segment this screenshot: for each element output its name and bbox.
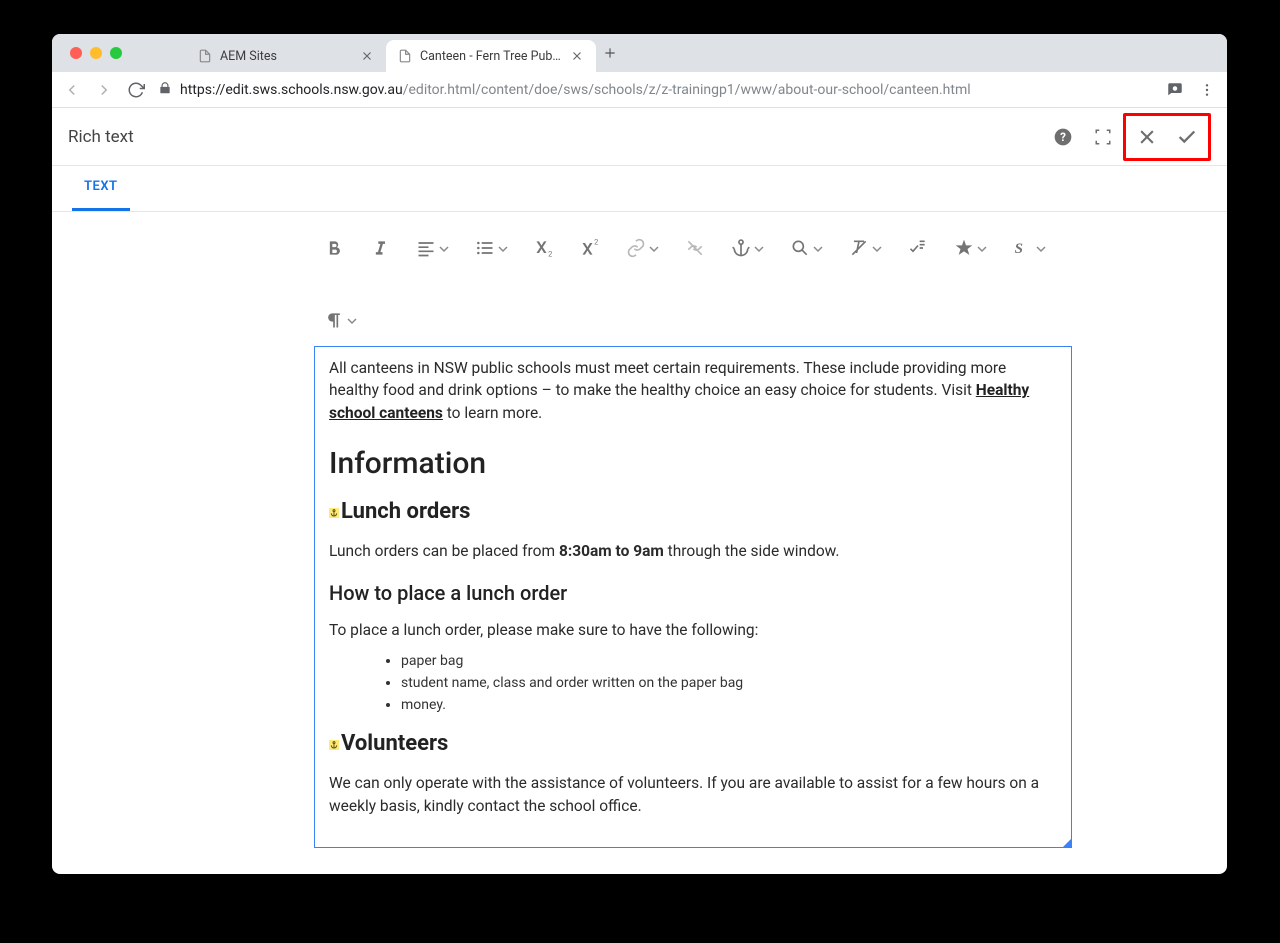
styles-button[interactable]: S: [1013, 236, 1046, 260]
minimize-window-button[interactable]: [90, 47, 102, 59]
dialog-header: Rich text ?: [52, 108, 1227, 166]
url-text: https://edit.sws.schools.nsw.gov.au/edit…: [180, 82, 971, 98]
maximize-window-button[interactable]: [110, 47, 122, 59]
dialog-title: Rich text: [68, 127, 134, 147]
done-button[interactable]: [1167, 117, 1207, 157]
unlink-button[interactable]: [685, 236, 705, 260]
heading-volunteers[interactable]: Volunteers: [329, 731, 1057, 756]
list-item[interactable]: student name, class and order written on…: [401, 675, 1057, 691]
find-button[interactable]: [790, 236, 823, 260]
close-tab-icon[interactable]: [360, 49, 374, 63]
browser-toolbar: https://edit.sws.schools.nsw.gov.au/edit…: [52, 72, 1227, 108]
instructions-paragraph[interactable]: To place a lunch order, please make sure…: [329, 619, 1057, 641]
svg-text:2: 2: [548, 249, 552, 258]
intro-paragraph[interactable]: All canteens in NSW public schools must …: [329, 357, 1057, 424]
forward-button[interactable]: [94, 80, 114, 100]
subscript-button[interactable]: 2: [534, 236, 554, 260]
heading-lunch-orders[interactable]: Lunch orders: [329, 499, 1057, 524]
special-chars-button[interactable]: [954, 236, 987, 260]
paragraph-format-button[interactable]: [324, 308, 357, 332]
page-icon: [198, 49, 212, 63]
dialog-tabs: TEXT: [52, 166, 1227, 212]
extension-icon[interactable]: [1165, 80, 1185, 100]
svg-text:S: S: [1015, 241, 1023, 257]
rte-toolbar: 2 2 S: [314, 228, 1072, 346]
rich-text-editor[interactable]: All canteens in NSW public schools must …: [314, 346, 1072, 848]
close-window-button[interactable]: [70, 47, 82, 59]
volunteers-paragraph[interactable]: We can only operate with the assistance …: [329, 772, 1057, 817]
lock-icon: [158, 81, 172, 99]
tab-text[interactable]: TEXT: [72, 165, 130, 211]
lunch-orders-paragraph[interactable]: Lunch orders can be placed from 8:30am t…: [329, 540, 1057, 562]
list-button[interactable]: [475, 236, 508, 260]
list-item[interactable]: money.: [401, 697, 1057, 713]
italic-button[interactable]: [370, 236, 390, 260]
browser-tab-aem-sites[interactable]: AEM Sites: [186, 40, 386, 72]
anchor-button[interactable]: [731, 236, 764, 260]
back-button[interactable]: [62, 80, 82, 100]
action-buttons-highlight: [1123, 113, 1211, 161]
new-tab-button[interactable]: [596, 39, 624, 67]
browser-menu-icon[interactable]: [1197, 80, 1217, 100]
clear-format-button[interactable]: [849, 236, 882, 260]
superscript-button[interactable]: 2: [580, 236, 600, 260]
tab-title: Canteen - Fern Tree Public Sch: [420, 49, 562, 64]
browser-tab-canteen[interactable]: Canteen - Fern Tree Public Sch: [386, 40, 596, 72]
fullscreen-icon[interactable]: [1083, 117, 1123, 157]
page-icon: [398, 49, 412, 63]
anchor-marker-icon: [329, 740, 339, 750]
svg-text:2: 2: [594, 238, 598, 247]
reload-button[interactable]: [126, 80, 146, 100]
rte-area: 2 2 S All canteens in NSW public schools…: [52, 212, 1227, 874]
hyperlink-button[interactable]: [626, 236, 659, 260]
heading-how-to-place[interactable]: How to place a lunch order: [329, 581, 1057, 605]
help-icon[interactable]: ?: [1043, 117, 1083, 157]
svg-text:?: ?: [1060, 130, 1066, 144]
tab-title: AEM Sites: [220, 49, 352, 64]
align-button[interactable]: [416, 236, 449, 260]
browser-tab-bar: AEM Sites Canteen - Fern Tree Public Sch: [52, 34, 1227, 72]
bold-button[interactable]: [324, 236, 344, 260]
url-bar[interactable]: https://edit.sws.schools.nsw.gov.au/edit…: [158, 81, 1153, 99]
close-tab-icon[interactable]: [570, 49, 584, 63]
list-item[interactable]: paper bag: [401, 653, 1057, 669]
window-controls: [60, 47, 132, 59]
anchor-marker-icon: [329, 508, 339, 518]
heading-information[interactable]: Information: [329, 446, 1057, 481]
requirements-list[interactable]: paper bag student name, class and order …: [401, 653, 1057, 713]
cancel-button[interactable]: [1127, 117, 1167, 157]
browser-window: AEM Sites Canteen - Fern Tree Public Sch: [52, 34, 1227, 874]
spellcheck-button[interactable]: [908, 236, 928, 260]
